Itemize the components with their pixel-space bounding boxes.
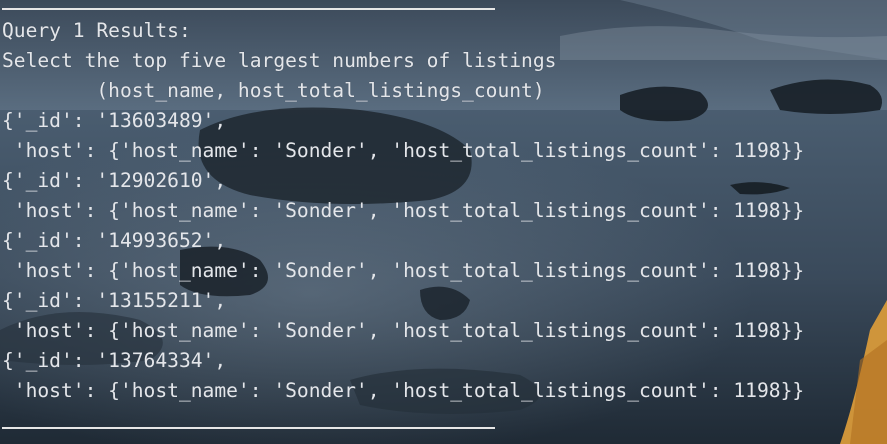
record-host-line: 'host': {'host_name': 'Sonder', 'host_to… xyxy=(2,379,805,402)
terminal-output: Query 1 Results: Select the top five lar… xyxy=(0,0,887,444)
record-id-line: {'_id': '13155211', xyxy=(2,289,227,312)
query-fields: (host_name, host_total_listings_count) xyxy=(2,79,545,102)
query-description: Select the top five largest numbers of l… xyxy=(2,49,557,72)
record-id-line: {'_id': '14993652', xyxy=(2,229,227,252)
record-id-line: {'_id': '13603489', xyxy=(2,109,227,132)
divider-bottom xyxy=(2,427,495,429)
divider-top xyxy=(2,8,495,10)
record-host-line: 'host': {'host_name': 'Sonder', 'host_to… xyxy=(2,319,805,342)
query-header: Query 1 Results: xyxy=(2,19,191,42)
record-id-line: {'_id': '13764334', xyxy=(2,349,227,372)
record-host-line: 'host': {'host_name': 'Sonder', 'host_to… xyxy=(2,199,805,222)
record-host-line: 'host': {'host_name': 'Sonder', 'host_to… xyxy=(2,259,805,282)
record-id-line: {'_id': '12902610', xyxy=(2,169,227,192)
record-host-line: 'host': {'host_name': 'Sonder', 'host_to… xyxy=(2,139,805,162)
